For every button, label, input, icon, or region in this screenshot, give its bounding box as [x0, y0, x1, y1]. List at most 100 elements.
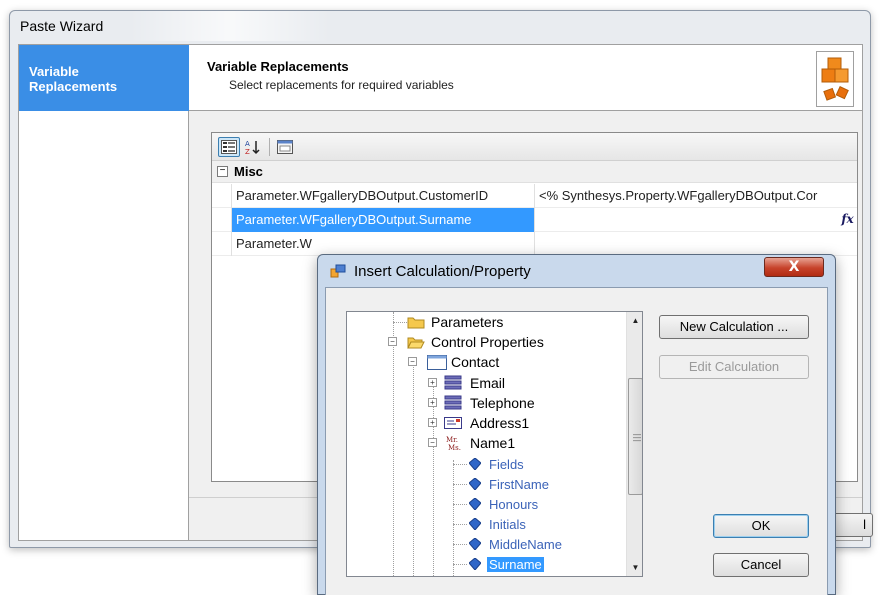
tree-line	[453, 464, 467, 465]
tree-node-label: Parameters	[431, 314, 504, 330]
address-icon	[444, 417, 462, 429]
property-icon	[469, 538, 481, 550]
dialog-title: Insert Calculation/Property	[354, 263, 531, 280]
svg-text:Mr.: Mr.	[446, 436, 458, 444]
expand-icon[interactable]: +	[428, 418, 437, 427]
property-row[interactable]: Parameter.WFgalleryDBOutput.CustomerID <…	[212, 184, 857, 208]
titlebar-glass	[130, 11, 330, 41]
wizard-partial-button[interactable]: l	[831, 513, 873, 537]
tree-line	[453, 484, 467, 485]
tree-node-middlename[interactable]: MiddleName	[347, 534, 625, 554]
scroll-up-icon[interactable]: ▲	[627, 312, 642, 329]
tree-node-label: Name1	[470, 435, 516, 451]
property-row[interactable]: Parameter.W	[212, 232, 857, 256]
fx-icon[interactable]: fx	[839, 211, 856, 228]
property-name: Parameter.W	[231, 232, 534, 256]
form-icon	[427, 355, 447, 370]
expand-icon[interactable]: +	[428, 378, 437, 387]
property-value[interactable]: <% Synthesys.Property.WFgalleryDBOutput.…	[534, 184, 857, 208]
tree-node-label: Fields	[489, 457, 524, 472]
property-icon	[469, 558, 481, 570]
scroll-thumb[interactable]: — — —	[628, 378, 642, 495]
property-name: Parameter.WFgalleryDBOutput.CustomerID	[231, 184, 534, 208]
svg-text:A: A	[245, 140, 250, 148]
property-icon	[469, 458, 481, 470]
name-control-icon: Mr. Ms.	[446, 436, 461, 452]
wizard-steps-panel: Variable Replacements	[19, 45, 189, 540]
collapse-icon[interactable]: −	[217, 166, 228, 177]
tree-node-label: Initials	[489, 517, 526, 532]
dialog-client-area: Parameters − Control Properties − Contac…	[325, 287, 828, 595]
collapse-icon[interactable]: −	[408, 357, 417, 366]
tree-node-firstname[interactable]: FirstName	[347, 474, 625, 494]
category-row-misc[interactable]: − Misc	[212, 161, 857, 183]
tree-node-label: MiddleName	[489, 537, 562, 552]
tree-node-label: Contact	[451, 354, 500, 370]
property-icon	[469, 518, 481, 530]
tree-node-control-properties[interactable]: − Control Properties	[347, 332, 625, 352]
tree-line	[393, 322, 407, 323]
dialog-titlebar: Insert Calculation/Property X	[318, 255, 835, 287]
property-name: Parameter.WFgalleryDBOutput.Surname	[231, 208, 534, 232]
edit-calculation-button[interactable]: Edit Calculation	[659, 355, 809, 379]
tree-node-honours[interactable]: Honours	[347, 494, 625, 514]
tree-line	[453, 504, 467, 505]
wizard-step-variable-replacements[interactable]: Variable Replacements	[19, 45, 189, 111]
tree-scrollbar[interactable]: ▲ — — — ▼	[626, 312, 642, 576]
tree-node-label: FirstName	[489, 477, 549, 492]
categorized-view-button[interactable]	[218, 137, 240, 157]
category-label: Misc	[234, 164, 263, 179]
property-icon	[469, 498, 481, 510]
insert-calculation-dialog: Insert Calculation/Property X Parameters…	[317, 254, 836, 595]
ok-button[interactable]: OK	[713, 514, 809, 538]
svg-text:Ms.: Ms.	[448, 444, 461, 452]
tree-node-address1[interactable]: + Address1	[347, 413, 625, 433]
tree-node-email[interactable]: + Email	[347, 373, 625, 393]
textbox-icon	[444, 395, 462, 410]
tree-line	[453, 544, 467, 545]
tree-line	[453, 524, 467, 525]
close-button[interactable]: X	[764, 257, 824, 277]
categorized-icon	[221, 140, 237, 154]
tree-node-parameters[interactable]: Parameters	[347, 312, 625, 332]
sort-az-icon: A Z	[245, 140, 260, 155]
tree-node-label: Surname	[487, 557, 544, 572]
tree-node-label: Email	[470, 375, 506, 391]
new-calculation-button[interactable]: New Calculation ...	[659, 315, 809, 339]
property-value[interactable]	[534, 208, 857, 232]
tree-node-initials[interactable]: Initials	[347, 514, 625, 534]
property-value[interactable]	[534, 232, 857, 256]
tree-node-telephone[interactable]: + Telephone	[347, 393, 625, 413]
folder-open-icon	[407, 337, 425, 349]
page-subtitle: Select replacements for required variabl…	[229, 78, 454, 92]
tree-node-name1[interactable]: − Mr. Ms. Name1	[347, 433, 625, 453]
expand-icon[interactable]: +	[428, 398, 437, 407]
collapse-icon[interactable]: −	[428, 438, 437, 447]
alphabetical-sort-button[interactable]: A Z	[242, 137, 264, 157]
property-icon	[469, 478, 481, 490]
folder-icon	[407, 317, 425, 329]
wizard-step-label: Variable Replacements	[29, 64, 118, 94]
tree-line	[453, 564, 467, 565]
property-pages-button[interactable]	[274, 137, 296, 157]
property-row-selected[interactable]: Parameter.WFgalleryDBOutput.Surname fx	[212, 208, 857, 232]
cancel-button[interactable]: Cancel	[713, 553, 809, 577]
tree-node-label: Honours	[489, 497, 539, 512]
tree-node-label: Address1	[470, 415, 530, 431]
tree-node-label: Control Properties	[431, 334, 544, 350]
tree-node-fields[interactable]: Fields	[347, 454, 625, 474]
wizard-header: Variable Replacements Select replacement…	[189, 45, 862, 111]
tree-node-surname[interactable]: Surname	[347, 554, 625, 574]
tree-node-contact[interactable]: − Contact	[347, 352, 625, 372]
cubes-logo-icon	[816, 51, 854, 107]
window-title: Paste Wizard	[20, 18, 104, 34]
property-tree: Parameters − Control Properties − Contac…	[346, 311, 643, 577]
textbox-icon	[444, 375, 462, 390]
tree-node-label: Telephone	[470, 395, 535, 411]
dialog-app-icon	[330, 264, 346, 278]
grip-icon: — — —	[633, 430, 641, 445]
collapse-icon[interactable]: −	[388, 337, 397, 346]
property-grid-toolbar: A Z	[212, 133, 857, 161]
page-title: Variable Replacements	[207, 59, 349, 74]
scroll-down-icon[interactable]: ▼	[627, 559, 642, 576]
